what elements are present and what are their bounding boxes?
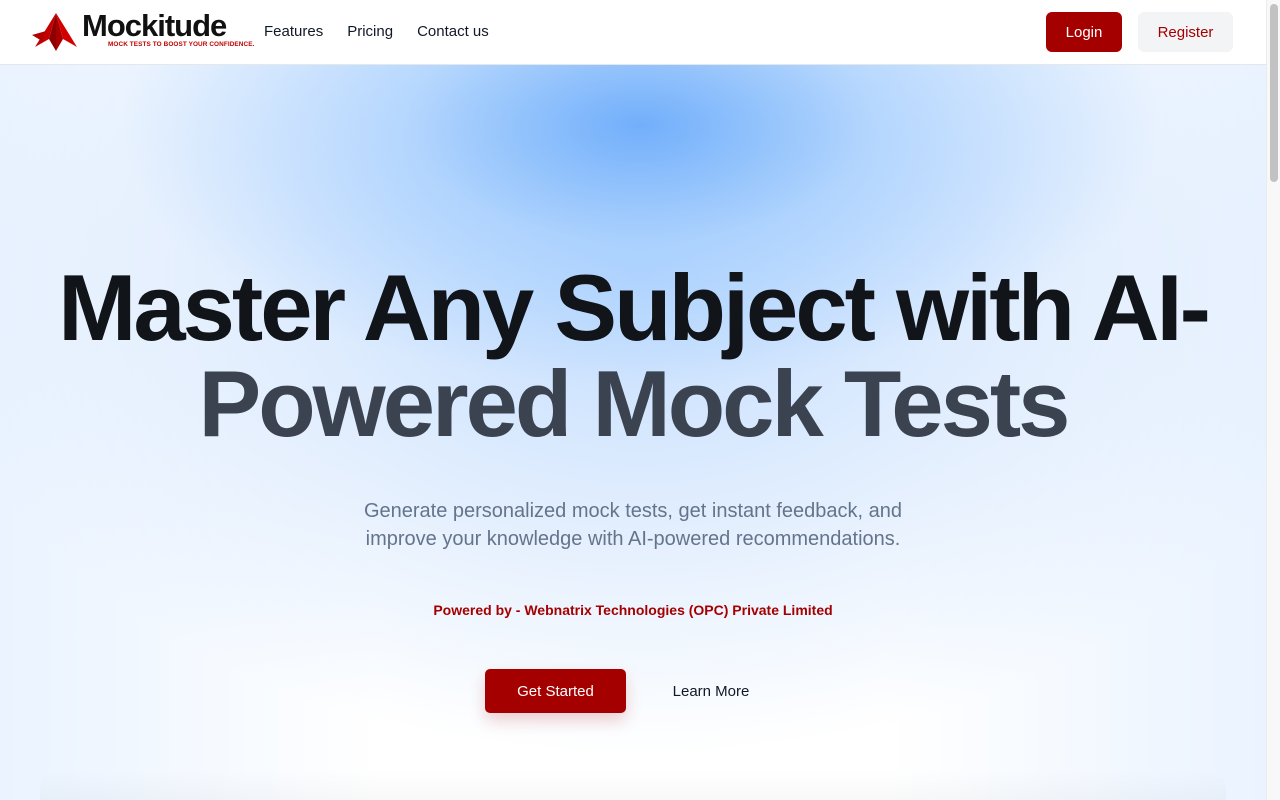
next-section-edge bbox=[40, 770, 1226, 800]
learn-more-button[interactable]: Learn More bbox=[656, 669, 766, 713]
powered-by-text: Powered by - Webnatrix Technologies (OPC… bbox=[433, 602, 833, 618]
nav-contact-link[interactable]: Contact us bbox=[417, 22, 489, 42]
get-started-button[interactable]: Get Started bbox=[485, 669, 626, 713]
login-button[interactable]: Login bbox=[1046, 12, 1122, 52]
hero-title: Master Any Subject with AI- Powered Mock… bbox=[0, 260, 1266, 452]
nav-features-link[interactable]: Features bbox=[264, 22, 323, 42]
nav-pricing-link[interactable]: Pricing bbox=[347, 22, 393, 42]
page: Mockitude MOCK TESTS TO BOOST YOUR CONFI… bbox=[0, 0, 1280, 800]
hero-section: Master Any Subject with AI- Powered Mock… bbox=[0, 65, 1266, 800]
page-scrollbar[interactable] bbox=[1266, 0, 1280, 800]
brand-tagline: MOCK TESTS TO BOOST YOUR CONFIDENCE. bbox=[108, 41, 255, 48]
site-header: Mockitude MOCK TESTS TO BOOST YOUR CONFI… bbox=[0, 0, 1266, 65]
brand-name: Mockitude bbox=[82, 8, 227, 43]
brand-logo[interactable]: Mockitude MOCK TESTS TO BOOST YOUR CONFI… bbox=[32, 8, 254, 53]
main-nav: Features Pricing Contact us bbox=[264, 22, 489, 42]
hero-subtitle: Generate personalized mock tests, get in… bbox=[363, 500, 903, 550]
register-button[interactable]: Register bbox=[1138, 12, 1233, 52]
hero-title-line1: Master Any Subject with AI- bbox=[58, 255, 1211, 360]
paper-plane-icon bbox=[32, 13, 77, 51]
scrollbar-thumb[interactable] bbox=[1270, 4, 1278, 182]
hero-title-line2: Powered Mock Tests bbox=[198, 351, 1071, 456]
